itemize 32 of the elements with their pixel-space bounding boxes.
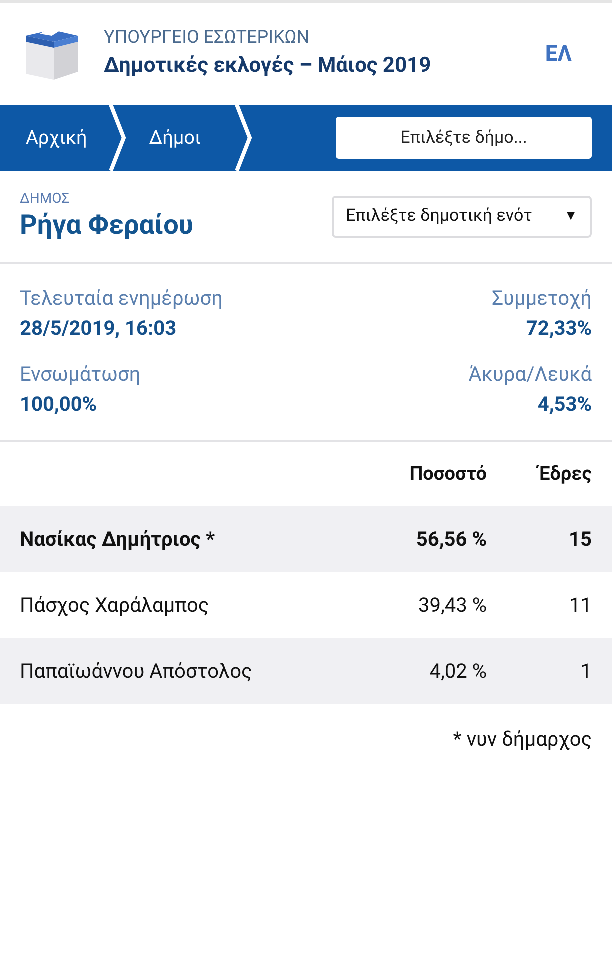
stat-label: Τελευταία ενημέρωση	[20, 285, 223, 312]
unit-select[interactable]: Επιλέξτε δημοτική ενότ ▼	[332, 196, 592, 238]
language-button[interactable]: ΕΛ	[545, 38, 572, 70]
stat-value: 100,00%	[20, 391, 98, 418]
chevron-separator-icon	[235, 105, 254, 171]
candidate-name: Πάσχος Χαράλαμπος	[20, 592, 210, 619]
vote-percent: 56,56 %	[415, 526, 487, 553]
ministry-name: ΥΠΟΥΡΓΕΙΟ ΕΣΩΤΕΡΙΚΩΝ	[104, 26, 311, 50]
candidate-name: Παπαϊωάννου Απόστολος	[20, 658, 252, 685]
stat-value: 28/5/2019, 16:03	[20, 315, 177, 342]
footnote: * νυν δήμαρχος	[453, 726, 592, 753]
stat-label: Ενσωμάτωση	[20, 361, 141, 388]
column-header: Ποσοστό	[408, 460, 487, 487]
seat-count: 1	[580, 658, 592, 685]
municipality-search-field[interactable]: Επιλέξτε δήμο...	[336, 117, 592, 159]
breadcrumb-link[interactable]: Αρχική	[0, 124, 110, 152]
municipality-name: Ρήγα Φεραίου	[20, 208, 194, 242]
breadcrumb-link[interactable]: Δήμοι	[127, 124, 236, 152]
stat-value: 72,33%	[526, 315, 592, 342]
seat-count: 11	[568, 592, 592, 619]
ballot-box-icon	[24, 28, 80, 80]
column-header: Έδρες	[487, 460, 592, 488]
stat-value: 4,53%	[538, 391, 592, 418]
municipality-caption: ΔΗΜΟΣ	[20, 190, 71, 206]
chevron-separator-icon	[109, 105, 128, 171]
vote-percent: 39,43 %	[417, 592, 487, 619]
stat-label: Συμμετοχή	[492, 285, 592, 312]
app-title: Δημοτικές εκλογές – Μάιος 2019	[104, 53, 432, 80]
seat-count: 15	[568, 526, 592, 553]
stat-label: Άκυρα/Λευκά	[468, 361, 592, 388]
vote-percent: 4,02 %	[428, 658, 487, 685]
candidate-name: Νασίκας Δημήτριος *	[20, 526, 216, 553]
